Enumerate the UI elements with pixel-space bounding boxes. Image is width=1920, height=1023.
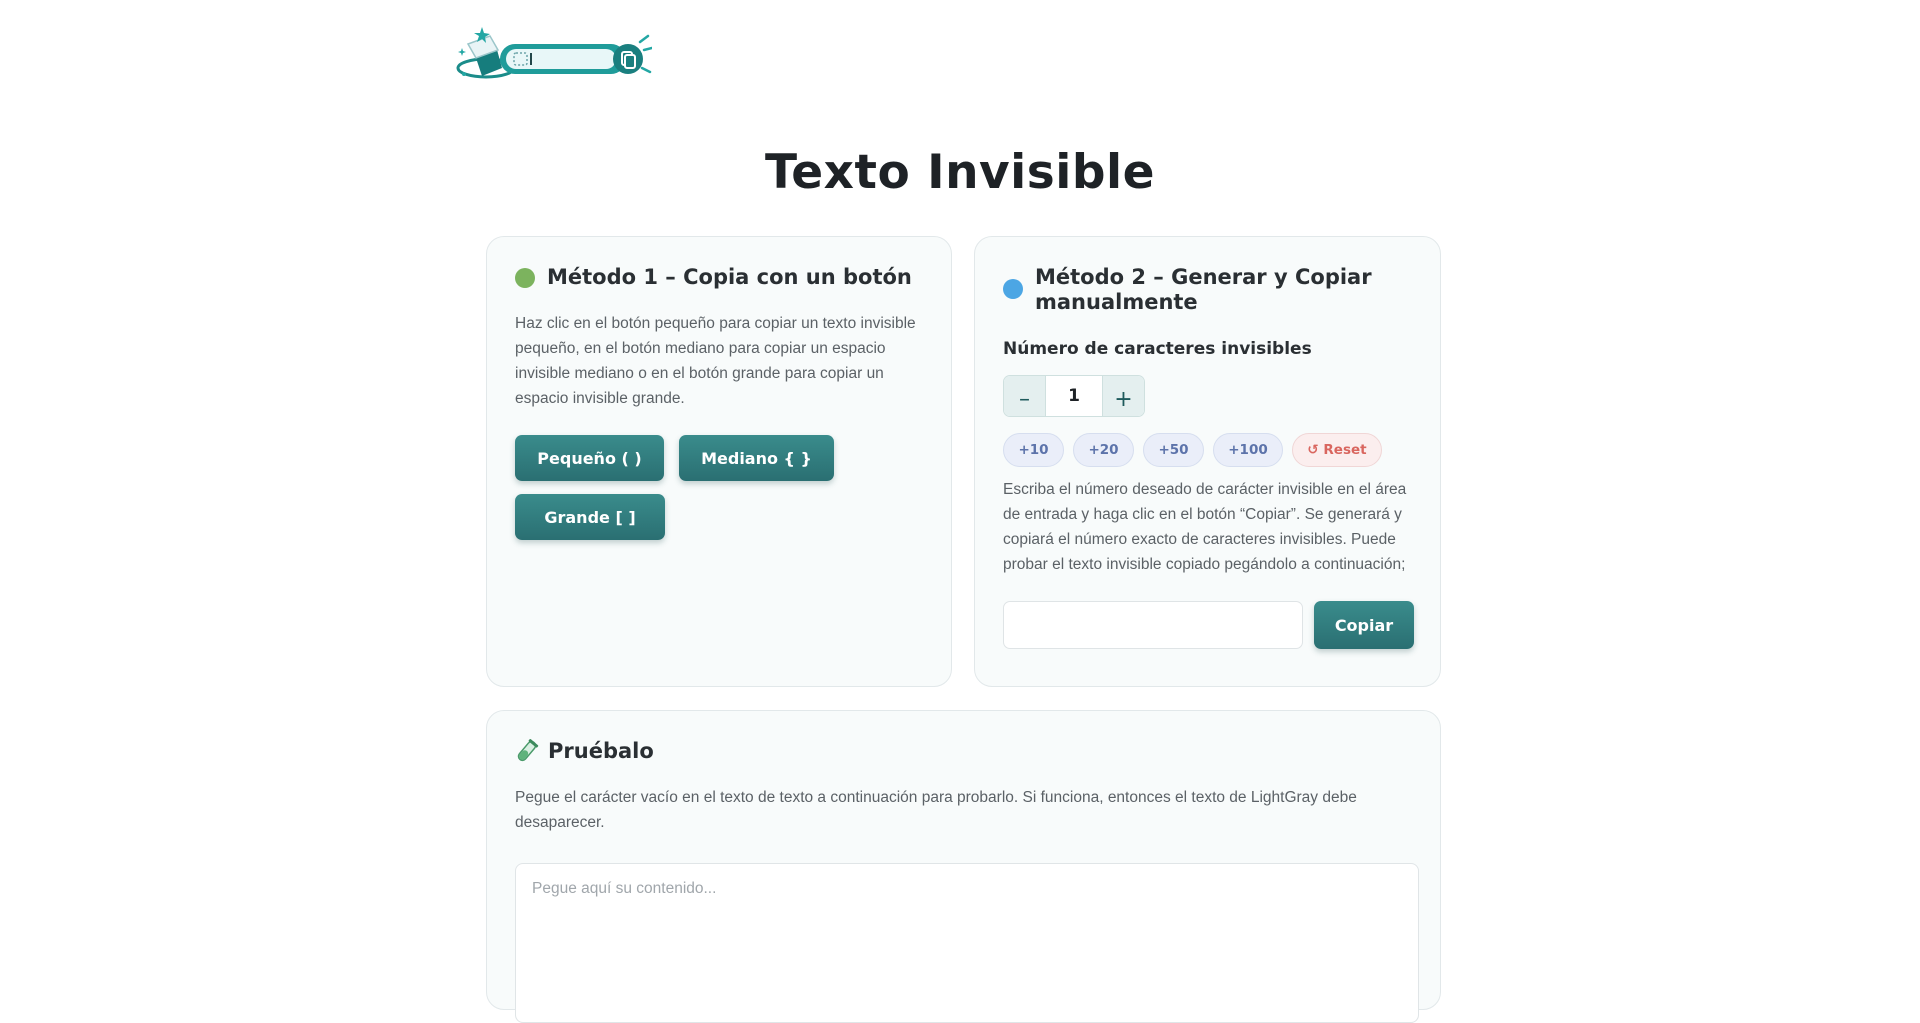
decrement-button[interactable]: –	[1004, 376, 1046, 416]
method-2-description: Escriba el número deseado de carácter in…	[1003, 481, 1407, 573]
char-count-stepper: – 1 +	[1003, 375, 1145, 417]
clipboard-bar-icon	[500, 34, 652, 74]
method-1-card: Método 1 – Copia con un botón Haz clic e…	[486, 236, 952, 687]
copy-small-button[interactable]: Pequeño ( )	[515, 435, 664, 481]
preset-10-button[interactable]: +10	[1003, 433, 1064, 467]
try-it-description: Pegue el carácter vacío en el texto de t…	[515, 789, 1357, 831]
copy-button[interactable]: Copiar	[1314, 601, 1414, 649]
preset-100-button[interactable]: +100	[1213, 433, 1283, 467]
green-dot-icon	[515, 268, 535, 288]
try-it-header: Pruébalo	[515, 739, 654, 764]
increment-button[interactable]: +	[1102, 376, 1144, 416]
method-1-title: Método 1 – Copia con un botón	[547, 265, 912, 289]
logo[interactable]	[452, 24, 652, 88]
method-1-description: Haz clic en el botón pequeño para copiar…	[515, 315, 916, 407]
preset-50-button[interactable]: +50	[1143, 433, 1204, 467]
method-2-header: Método 2 – Generar y Copiar manualmente	[1003, 265, 1403, 315]
char-count-input[interactable]: 1	[1046, 376, 1102, 416]
try-it-card: Pruébalo Pegue el carácter vacío en el t…	[486, 710, 1441, 1023]
preset-20-button[interactable]: +20	[1073, 433, 1134, 467]
try-it-title: Pruébalo	[548, 739, 654, 763]
method-2-card: Método 2 – Generar y Copiar manualmente …	[974, 236, 1441, 687]
blue-dot-icon	[1003, 279, 1023, 299]
method-1-header: Método 1 – Copia con un botón	[515, 265, 912, 290]
method-2-title: Método 2 – Generar y Copiar manualmente	[1035, 265, 1372, 314]
copy-medium-button[interactable]: Mediano { }	[679, 435, 834, 481]
invisible-text-output[interactable]	[1003, 601, 1303, 649]
reset-button[interactable]: ↺ Reset	[1292, 433, 1382, 467]
char-count-label: Número de caracteres invisibles	[1003, 339, 1312, 359]
page-title: Texto Invisible	[764, 145, 1156, 200]
copy-large-button[interactable]: Grande [ ]	[515, 494, 665, 540]
paste-test-textarea[interactable]: Pegue aquí su contenido...	[515, 863, 1419, 1023]
test-tube-icon	[517, 739, 539, 762]
